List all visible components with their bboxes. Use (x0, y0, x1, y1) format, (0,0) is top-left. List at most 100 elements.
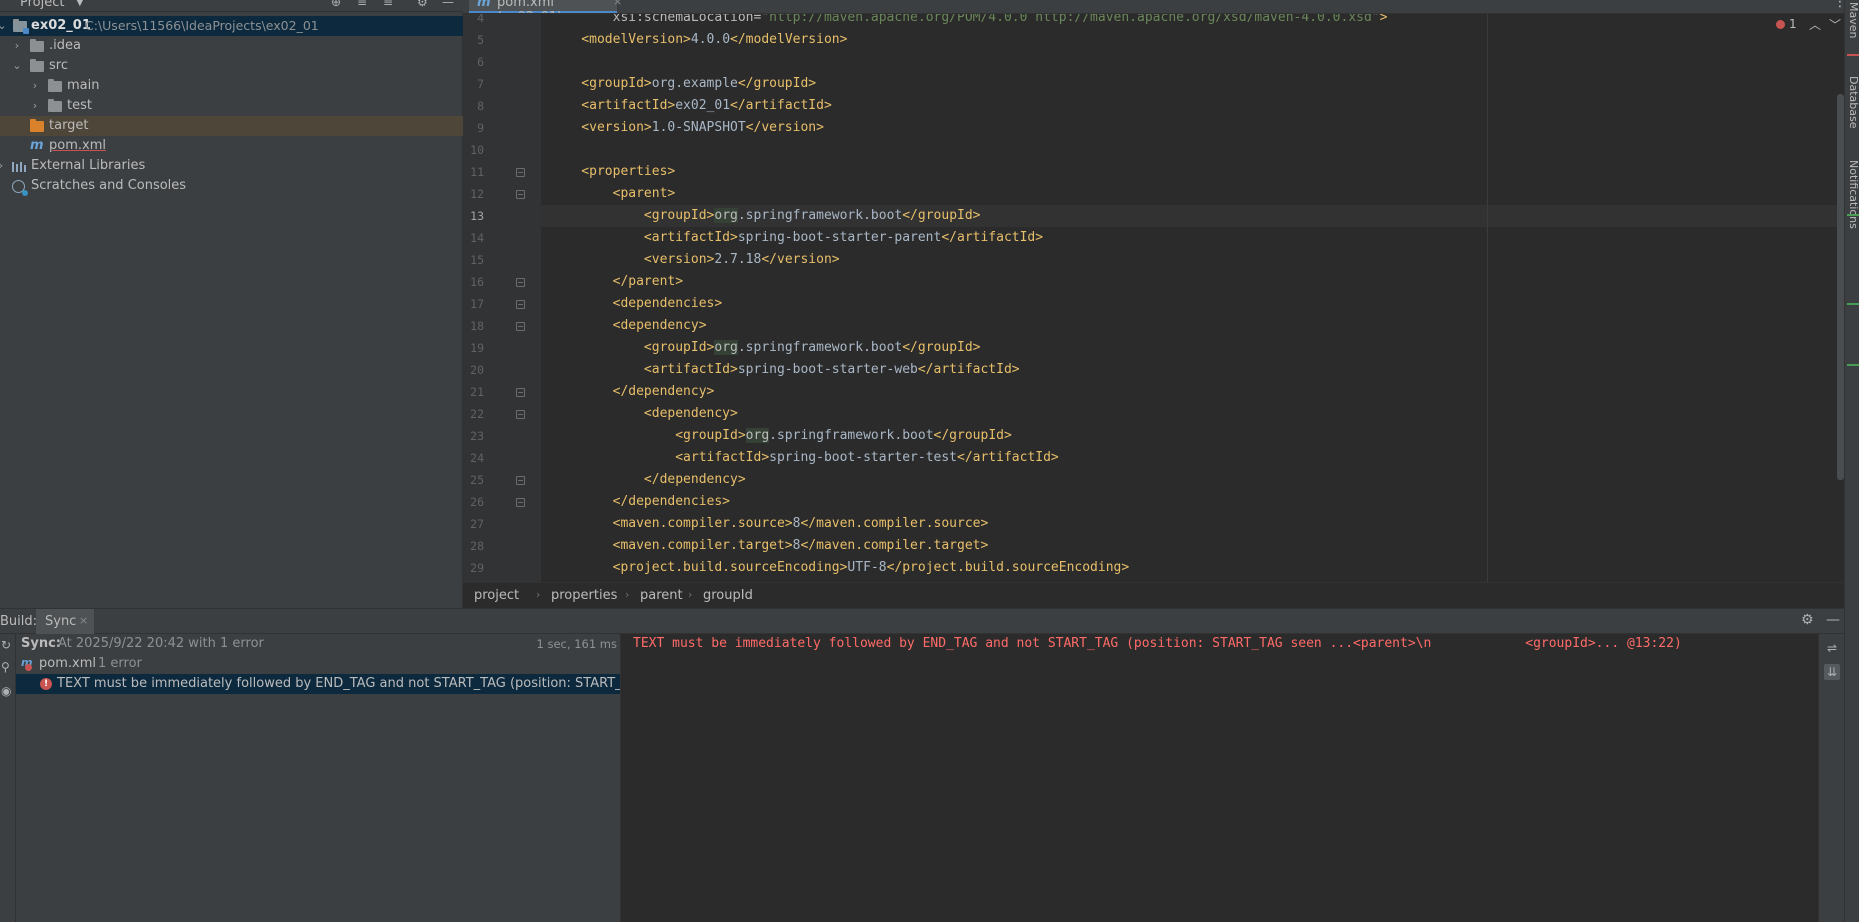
fold-marker-icon[interactable] (516, 498, 525, 507)
chevron-down-icon[interactable]: ▼ (76, 0, 84, 8)
tab-sync[interactable]: Sync × (36, 609, 94, 634)
excluded-folder-icon (30, 119, 44, 132)
console-side-toolbar: ⇌ ⇊ (1818, 634, 1844, 922)
notifications-tool-button[interactable]: Notifications (1847, 160, 1859, 229)
chevron-right-icon[interactable]: › (29, 96, 41, 116)
tree-item-label: main (67, 78, 100, 93)
tree-item-main[interactable]: › main (0, 76, 463, 96)
fold-marker-icon[interactable] (516, 322, 525, 331)
fold-marker-icon[interactable] (516, 190, 525, 199)
right-tool-strip: Maven Database Notifications (1844, 0, 1859, 922)
tree-item-src[interactable]: ⌄ src (0, 56, 463, 76)
change-stripe-mark[interactable] (1847, 303, 1859, 305)
error-icon: ! (40, 678, 52, 690)
chevron-right-icon: › (536, 588, 541, 601)
build-console[interactable]: TEXT must be immediately followed by END… (622, 634, 1818, 922)
line-number: 27 (470, 517, 484, 531)
fold-marker-icon[interactable] (516, 410, 525, 419)
minimize-icon[interactable]: — (442, 0, 454, 9)
maven-tool-button[interactable]: Maven (1847, 2, 1859, 38)
line-number: 18 (470, 319, 484, 333)
project-view-title[interactable]: Project (20, 0, 64, 10)
chevron-down-icon[interactable]: ﹀ (1829, 16, 1841, 33)
change-stripe-mark[interactable] (1847, 364, 1859, 366)
eye-icon[interactable]: ◉ (1, 684, 11, 698)
line-number: 25 (470, 473, 484, 487)
gear-icon[interactable]: ⚙ (1801, 612, 1814, 628)
chevron-right-icon[interactable]: › (29, 76, 41, 96)
breadcrumb-groupid[interactable]: groupId (703, 588, 753, 603)
locate-icon[interactable]: ⊕ (331, 0, 341, 9)
chevron-right-icon[interactable]: › (11, 36, 23, 56)
editor-scrollbar[interactable] (1837, 94, 1844, 480)
breadcrumb: project › properties › parent › groupId (463, 582, 1844, 608)
fold-marker-icon[interactable] (516, 388, 525, 397)
reload-icon[interactable]: ↻ (1, 638, 11, 652)
line-number: 17 (470, 297, 484, 311)
scroll-to-end-icon[interactable]: ⇊ (1824, 664, 1840, 680)
fold-marker-icon[interactable] (516, 168, 525, 177)
fold-marker-icon[interactable] (516, 300, 525, 309)
editor-tab-bar: m pom.xml (ex02_01) × ⋮ (463, 0, 1859, 14)
tab-sync-label: Sync (45, 614, 77, 629)
database-tool-button[interactable]: Database (1847, 76, 1859, 129)
code-line: <properties> (550, 164, 676, 179)
code-editor[interactable]: 4 5 6 7 8 9 10 11 12 13 14 15 16 17 18 19 20 21 22 23 24 25 26… (463, 14, 1844, 582)
close-icon[interactable]: × (613, 0, 622, 8)
code-line: <artifactId>spring-boot-starter-test</ar… (550, 450, 1059, 465)
breadcrumb-project[interactable]: project (474, 588, 519, 603)
build-tree-file-row[interactable]: m pom.xml 1 error (16, 654, 620, 674)
expand-all-icon[interactable]: ≡ (383, 0, 393, 9)
tree-item-idea[interactable]: › .idea (0, 36, 463, 56)
chevron-up-icon[interactable]: ︿ (1809, 16, 1821, 33)
chevron-down-icon[interactable]: ⌄ (11, 56, 23, 76)
line-number: 22 (470, 407, 484, 421)
build-tree-error-row[interactable]: ! TEXT must be immediately followed by E… (16, 674, 621, 694)
line-number: 15 (470, 253, 484, 267)
build-title: Build: (0, 614, 38, 629)
file-error-count: 1 error (98, 656, 142, 671)
tree-item-label: test (67, 98, 92, 113)
tree-item-external-libraries[interactable]: › External Libraries (0, 156, 463, 176)
tree-item-target[interactable]: target (0, 116, 463, 136)
tree-item-label: src (49, 58, 68, 73)
minimize-icon[interactable]: — (1826, 612, 1840, 628)
breadcrumb-properties[interactable]: properties (551, 588, 617, 603)
gear-icon[interactable]: ⚙ (417, 0, 428, 9)
inspection-widget[interactable]: 1 (1776, 17, 1797, 31)
line-number: 19 (470, 341, 484, 355)
tree-item-pom[interactable]: m pom.xml (0, 136, 463, 156)
chevron-down-icon[interactable]: ⌄ (0, 16, 8, 36)
error-stripe-mark[interactable] (1847, 54, 1859, 56)
fold-marker-icon[interactable] (516, 278, 525, 287)
tree-item-module-root[interactable]: ⌄ ex02_01 C:\Users\11566\IdeaProjects\ex… (0, 16, 463, 36)
line-number: 11 (470, 165, 484, 179)
build-tree: Sync: At 2025/9/22 20:42 with 1 error 1 … (16, 634, 621, 922)
line-number: 28 (470, 539, 484, 553)
error-message: TEXT must be immediately followed by END… (57, 676, 621, 691)
code-line: <modelVersion>4.0.0</modelVersion> (550, 32, 848, 47)
scratches-icon (12, 180, 28, 196)
code-line: <maven.compiler.source>8</maven.compiler… (550, 516, 989, 531)
soft-wrap-icon[interactable]: ⇌ (1824, 640, 1840, 656)
pin-icon[interactable]: ⚲ (1, 660, 10, 674)
code-line: <groupId>org.springframework.boot</group… (550, 428, 1012, 443)
tree-item-test[interactable]: › test (0, 96, 463, 116)
code-line: </parent> (550, 274, 684, 289)
collapse-all-icon[interactable]: ≡ (357, 0, 367, 9)
fold-marker-icon[interactable] (516, 476, 525, 485)
change-stripe-mark[interactable] (1847, 214, 1859, 216)
code-line: <groupId>org.springframework.boot</group… (550, 340, 981, 355)
sync-label: Sync: (21, 636, 61, 651)
breadcrumb-parent[interactable]: parent (640, 588, 683, 603)
close-icon[interactable]: × (79, 614, 88, 627)
chevron-right-icon[interactable]: › (0, 156, 7, 176)
line-number: 21 (470, 385, 484, 399)
code-line: </dependency> (550, 472, 746, 487)
tree-item-scratches[interactable]: Scratches and Consoles (0, 176, 463, 196)
console-error-output: TEXT must be immediately followed by END… (633, 636, 1682, 651)
editor-tab-pom[interactable]: m pom.xml (ex02_01) × (469, 0, 622, 13)
build-tree-sync-row[interactable]: Sync: At 2025/9/22 20:42 with 1 error 1 … (16, 634, 620, 654)
maven-file-error-icon: m (21, 656, 33, 671)
line-number: 4 (477, 14, 484, 25)
